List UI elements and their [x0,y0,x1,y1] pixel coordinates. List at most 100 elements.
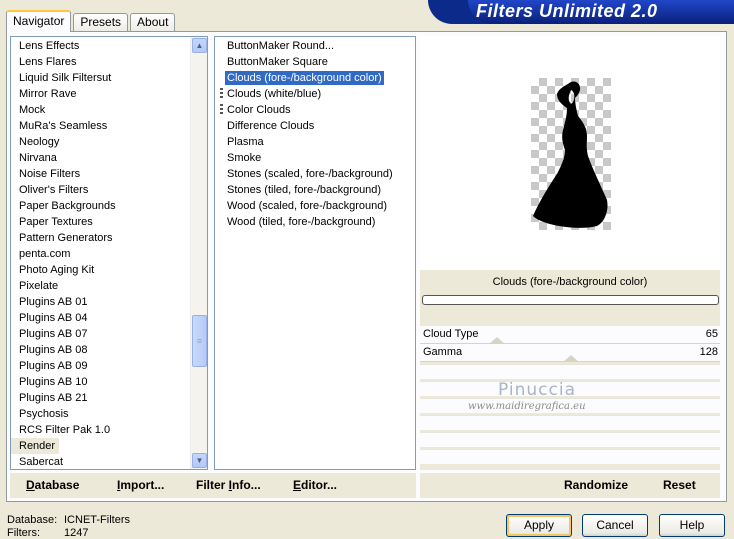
filter-item[interactable]: Clouds (fore-/background color) [215,70,415,86]
left-toolbar: Database Import... Filter Info... Editor… [10,473,416,498]
filter-item[interactable]: Wood (tiled, fore-/background) [215,214,415,230]
filter-item[interactable]: Stones (tiled, fore-/background) [215,182,415,198]
help-button[interactable]: Help [659,514,725,537]
empty-param-row [420,449,720,464]
cancel-button[interactable]: Cancel [582,514,648,537]
category-item-label: Plugins AB 08 [19,344,88,356]
filter-item[interactable]: Plasma [215,134,415,150]
category-item[interactable]: Pixelate [11,278,191,294]
filter-item[interactable]: Color Clouds [215,102,415,118]
filter-item-label: Stones (tiled, fore-/background) [227,184,382,196]
category-item[interactable]: Sabercat [11,454,191,469]
category-scrollbar[interactable]: ▲ ≡ ▼ [190,37,207,469]
category-item-label: Psychosis [19,408,69,420]
category-item-label: Photo Aging Kit [19,264,95,276]
selected-filter-name: Clouds (fore-/background color) [492,276,648,288]
reset-button[interactable]: Reset [663,478,696,492]
category-item-label: Plugins AB 07 [19,328,88,340]
marker-icon [220,88,223,100]
category-item[interactable]: Pattern Generators [11,230,191,246]
category-item[interactable]: Liquid Silk Filtersut [11,70,191,86]
category-item[interactable]: RCS Filter Pak 1.0 [11,422,191,438]
category-item[interactable]: MuRa's Seamless [11,118,191,134]
import-button[interactable]: Import... [117,478,164,492]
category-item-label: Pixelate [19,280,59,292]
category-item[interactable]: Plugins AB 08 [11,342,191,358]
grip-icon: ≡ [196,336,203,346]
category-item[interactable]: Plugins AB 21 [11,390,191,406]
filter-info-button[interactable]: Filter Info... [196,478,261,492]
apply-button[interactable]: Apply [506,514,572,537]
param-gamma[interactable]: Gamma 128 [420,344,720,362]
right-toolbar: Randomize Reset [420,473,720,498]
filter-list[interactable]: ButtonMaker Round... ButtonMaker Square Cl… [214,36,416,470]
filter-item-label: ButtonMaker Round... [227,40,335,52]
category-item-label: Neology [19,136,60,148]
database-button[interactable]: Database [26,478,79,492]
scroll-up-button[interactable]: ▲ [192,38,207,53]
category-item-label: Plugins AB 21 [19,392,88,404]
scroll-thumb[interactable]: ≡ [192,315,207,367]
category-item[interactable]: Mock [11,102,191,118]
filter-item-label: Wood (scaled, fore-/background) [227,200,387,212]
category-item[interactable]: Photo Aging Kit [11,262,191,278]
category-item-label: Nirvana [19,152,57,164]
filter-item[interactable]: Clouds (white/blue) [215,86,415,102]
category-item[interactable]: Plugins AB 09 [11,358,191,374]
category-list[interactable]: Lens Effects Lens Flares Liquid Silk Filte… [10,36,208,470]
filter-item-label: Clouds (fore-/background color) [225,71,384,85]
database-value: ICNET-Filters [64,514,130,526]
tab-navigator[interactable]: Navigator [6,10,72,32]
category-item[interactable]: Lens Flares [11,54,191,70]
category-item[interactable]: Psychosis [11,406,191,422]
category-item-label: Plugins AB 01 [19,296,88,308]
filter-item-label: Smoke [227,152,262,164]
category-item[interactable]: Nirvana [11,150,191,166]
filter-item[interactable]: Smoke [215,150,415,166]
gamma-slider-thumb[interactable] [563,355,579,362]
param-cloud-type[interactable]: Cloud Type 65 [420,326,720,344]
param-value: 128 [699,346,718,358]
filter-item[interactable]: Difference Clouds [215,118,415,134]
chevron-up-icon: ▲ [195,40,204,50]
category-item-label: Oliver's Filters [19,184,89,196]
empty-param-row [420,432,720,447]
category-item-label: Lens Flares [19,56,77,68]
category-item-label: Paper Textures [19,216,93,228]
category-item[interactable]: Plugins AB 01 [11,294,191,310]
category-item[interactable]: Plugins AB 10 [11,374,191,390]
category-item[interactable]: Neology [11,134,191,150]
category-item[interactable]: Plugins AB 07 [11,326,191,342]
category-item[interactable]: Paper Textures [11,214,191,230]
category-item[interactable]: Render [11,438,191,454]
filter-item-label: Clouds (white/blue) [227,88,322,100]
scroll-down-button[interactable]: ▼ [192,453,207,468]
category-item[interactable]: Oliver's Filters [11,182,191,198]
category-item[interactable]: Noise Filters [11,166,191,182]
category-item[interactable]: Paper Backgrounds [11,198,191,214]
category-item[interactable]: Plugins AB 04 [11,310,191,326]
category-item[interactable]: Mirror Rave [11,86,191,102]
filter-item-label: ButtonMaker Square [227,56,328,68]
param-label: Cloud Type [423,328,479,340]
category-item-label: Lens Effects [19,40,80,52]
silhouette-image [533,81,608,228]
filter-item-label: Plasma [227,136,264,148]
filter-item[interactable]: Wood (scaled, fore-/background) [215,198,415,214]
cloud-type-slider-thumb[interactable] [489,337,505,344]
watermark-url: www.maidiregrafica.eu [468,401,586,412]
category-item-label: MuRa's Seamless [19,120,108,132]
chevron-down-icon: ▼ [195,455,204,465]
category-item[interactable]: Lens Effects [11,38,191,54]
tab-presets[interactable]: Presets [73,13,129,32]
category-item[interactable]: penta.com [11,246,191,262]
empty-param-row [420,364,720,379]
tab-strip: Navigator Presets About [6,10,177,32]
category-item-label: Paper Backgrounds [19,200,116,212]
filter-item[interactable]: ButtonMaker Round... [215,38,415,54]
filter-item[interactable]: Stones (scaled, fore-/background) [215,166,415,182]
randomize-button[interactable]: Randomize [564,478,628,492]
filter-item[interactable]: ButtonMaker Square [215,54,415,70]
editor-button[interactable]: Editor... [293,478,337,492]
tab-about[interactable]: About [130,13,176,32]
